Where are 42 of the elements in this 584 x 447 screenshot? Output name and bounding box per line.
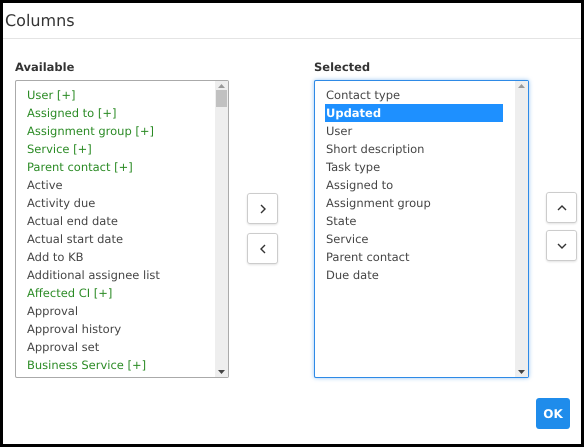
list-item[interactable]: Approval history (26, 320, 204, 338)
scrollbar[interactable] (215, 81, 228, 377)
list-item[interactable]: Service [+] (26, 140, 204, 158)
list-item[interactable]: Add to KB (26, 248, 204, 266)
list-item[interactable]: Service (325, 230, 503, 248)
scroll-up-icon[interactable] (218, 84, 225, 88)
list-item[interactable]: Affected CI [+] (26, 284, 204, 302)
list-item[interactable]: User [+] (26, 86, 204, 104)
list-box[interactable]: Contact type Updated User Short description Task type Assigned to Assignment group State Service Parent contact Due date (314, 80, 529, 378)
move-up-button[interactable] (546, 192, 577, 223)
scroll-down-icon[interactable] (218, 370, 225, 374)
list-item[interactable]: Assigned to [+] (26, 104, 204, 122)
list-item[interactable]: Approval set (26, 338, 204, 356)
remove-button[interactable] (247, 233, 278, 264)
scroll-up-icon[interactable] (518, 84, 525, 88)
list-item[interactable]: Parent contact [+] (26, 158, 204, 176)
scrollbar-thumb[interactable] (216, 90, 227, 107)
dialog-title: Columns (5, 11, 75, 30)
list-item[interactable]: Assigned to (325, 176, 503, 194)
list-item[interactable]: Contact type (325, 86, 503, 104)
list-item[interactable]: Additional assignee list (26, 266, 204, 284)
scroll-down-icon[interactable] (518, 370, 525, 374)
list-item[interactable]: Short description (325, 140, 503, 158)
list-item[interactable]: Active (26, 176, 204, 194)
list-item[interactable]: Task type (325, 158, 503, 176)
add-button[interactable] (247, 193, 278, 224)
list-item[interactable]: Actual start date (26, 230, 204, 248)
list-item[interactable]: Actual end date (26, 212, 204, 230)
list-item[interactable]: Assignment group [+] (26, 122, 204, 140)
list-item[interactable]: State (325, 212, 503, 230)
list-item[interactable]: Activity due (26, 194, 204, 212)
list-item[interactable]: Assignment group (325, 194, 503, 212)
list-item[interactable]: User (325, 122, 503, 140)
list-item[interactable]: Due date (325, 266, 503, 284)
list-box[interactable] (15, 80, 229, 378)
list-label: Selected (314, 60, 370, 74)
list-item[interactable]: Business Service [+] (26, 356, 204, 374)
list-item[interactable]: Approval (26, 302, 204, 320)
list-label: Available (15, 60, 74, 74)
list-item[interactable]: Parent contact (325, 248, 503, 266)
move-down-button[interactable] (546, 230, 577, 261)
scrollbar[interactable] (515, 81, 528, 377)
